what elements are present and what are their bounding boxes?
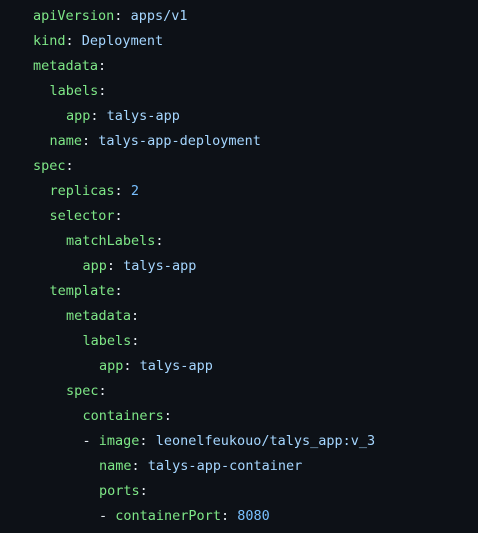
- colon: :: [114, 183, 123, 199]
- code-line: - containerPort: 8080: [0, 504, 478, 529]
- colon: :: [114, 8, 123, 24]
- code-line: metadata:: [0, 304, 478, 329]
- colon: :: [163, 408, 172, 424]
- code-line: matchLabels:: [0, 229, 478, 254]
- yaml-key: replicas: [49, 183, 115, 199]
- yaml-key: apiVersion: [33, 8, 115, 24]
- code-line: kind: Deployment: [0, 29, 478, 54]
- yaml-key: kind: [33, 33, 66, 49]
- colon: :: [139, 483, 148, 499]
- colon: :: [114, 208, 123, 224]
- code-line: containers:: [0, 404, 478, 429]
- code-line: metadata:: [0, 54, 478, 79]
- list-dash: -: [82, 433, 91, 449]
- colon: :: [98, 83, 107, 99]
- colon: :: [90, 108, 99, 124]
- yaml-key: app: [99, 358, 124, 374]
- yaml-key: app: [66, 108, 91, 124]
- colon: :: [131, 333, 140, 349]
- colon: :: [131, 308, 140, 324]
- yaml-key: ports: [99, 483, 140, 499]
- code-line: name: talys-app-deployment: [0, 129, 478, 154]
- code-line: - image: leonelfeukouo/talys_app:v_3: [0, 429, 478, 454]
- yaml-value: 2: [130, 183, 139, 199]
- code-line: app: talys-app: [0, 354, 478, 379]
- yaml-value: talys-app: [106, 108, 180, 124]
- code-line: replicas: 2: [0, 179, 478, 204]
- code-line: labels:: [0, 79, 478, 104]
- colon: :: [131, 458, 140, 474]
- code-line: apiVersion: apps/v1: [0, 4, 478, 29]
- yaml-key: metadata: [66, 308, 132, 324]
- colon: :: [139, 433, 148, 449]
- colon: :: [98, 58, 107, 74]
- colon: :: [123, 358, 132, 374]
- yaml-value: 8080: [237, 508, 270, 524]
- code-editor: apiVersion: apps/v1 kind: Deployment metad…: [0, 0, 478, 533]
- yaml-key: app: [82, 258, 107, 274]
- yaml-value: apps/v1: [130, 8, 188, 24]
- code-line: labels:: [0, 329, 478, 354]
- yaml-value: talys-app: [123, 258, 197, 274]
- yaml-key: labels: [82, 333, 132, 349]
- yaml-key: name: [49, 133, 83, 149]
- colon: :: [82, 133, 91, 149]
- yaml-value: leonelfeukouo/talys_app:v_3: [155, 433, 376, 449]
- colon: :: [106, 258, 116, 274]
- yaml-key: template: [49, 283, 115, 299]
- list-dash: -: [99, 508, 108, 524]
- yaml-key: labels: [49, 83, 99, 99]
- yaml-key: containerPort: [115, 508, 221, 524]
- code-lines: apiVersion: apps/v1 kind: Deployment metad…: [0, 4, 478, 529]
- code-line: spec:: [0, 154, 478, 179]
- yaml-value: talys-app-deployment: [98, 133, 261, 149]
- yaml-key: metadata: [33, 58, 99, 74]
- code-line: template:: [0, 279, 478, 304]
- colon: :: [98, 383, 107, 399]
- yaml-value: talys-app: [139, 358, 213, 374]
- code-line: app: talys-app: [0, 254, 478, 279]
- yaml-key: name: [99, 458, 132, 474]
- code-line: app: talys-app: [0, 104, 478, 129]
- code-line: spec:: [0, 379, 478, 404]
- colon: :: [65, 33, 74, 49]
- colon: :: [114, 283, 123, 299]
- yaml-key: matchLabels: [66, 233, 156, 249]
- yaml-value: talys-app-container: [147, 458, 303, 474]
- colon: :: [155, 233, 164, 249]
- colon: :: [65, 158, 74, 174]
- yaml-value: Deployment: [81, 33, 164, 49]
- code-line: ports:: [0, 479, 478, 504]
- yaml-key: image: [98, 433, 140, 449]
- yaml-key: spec: [66, 383, 99, 399]
- yaml-key: spec: [33, 158, 66, 174]
- code-line: selector:: [0, 204, 478, 229]
- yaml-key: containers: [82, 408, 164, 424]
- code-line: name: talys-app-container: [0, 454, 478, 479]
- yaml-key: selector: [49, 208, 115, 224]
- colon: :: [220, 508, 230, 524]
